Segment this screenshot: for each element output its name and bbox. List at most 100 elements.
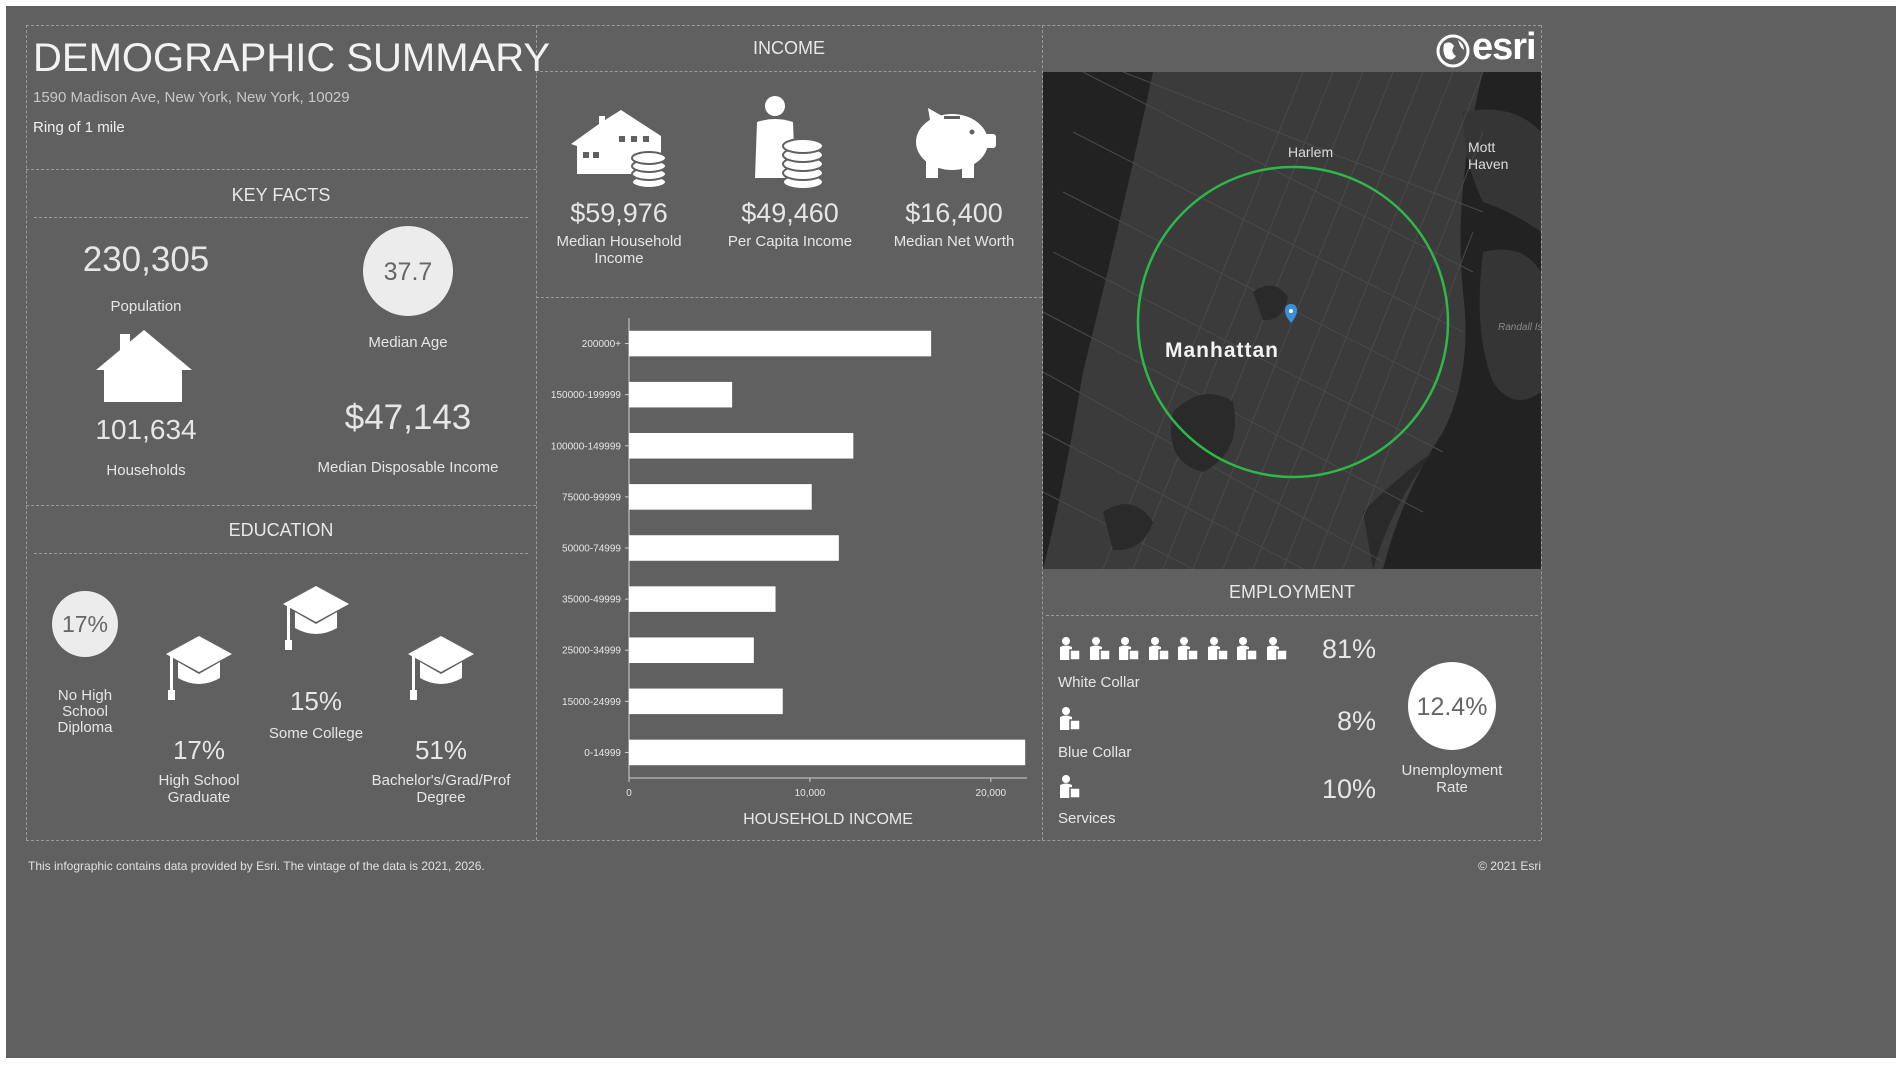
page-title: DEMOGRAPHIC SUMMARY xyxy=(33,36,551,80)
bachelors-label: Bachelor's/Grad/Prof Degree xyxy=(371,772,511,806)
x-tick-label: 0 xyxy=(626,788,632,799)
net-worth-value: $16,400 xyxy=(905,198,1003,228)
bar-25000-34999 xyxy=(629,637,754,663)
globe-icon xyxy=(1436,34,1470,68)
bar-50000-74999 xyxy=(629,535,839,561)
per-capita-income-value: $49,460 xyxy=(741,198,839,228)
y-tick-label: 200000+ xyxy=(582,339,621,350)
services-value: 10% xyxy=(1321,774,1376,804)
household-income-chart: 200000+ 150000-199999 100000-149999 75000-9… xyxy=(551,318,1027,828)
unemployment-label: Unemployment Rate xyxy=(1401,762,1503,796)
services-icons xyxy=(1058,774,1098,804)
top-border xyxy=(26,25,1541,26)
y-tick-label: 100000-149999 xyxy=(551,441,622,452)
y-tick-label: 75000-99999 xyxy=(562,492,621,503)
y-tick-label: 35000-49999 xyxy=(562,595,621,606)
graduation-cap-icon xyxy=(283,586,349,650)
bar-100000-149999 xyxy=(629,433,854,459)
bar-35000-49999 xyxy=(629,586,776,612)
infographic-frame: DEMOGRAPHIC SUMMARY 1590 Madison Ave, Ne… xyxy=(6,6,1896,1058)
no-hs-label: No High School Diploma xyxy=(57,687,113,736)
x-tick-label: 10,000 xyxy=(795,788,826,799)
bar-150000-199999 xyxy=(629,381,733,408)
worker-icon xyxy=(1235,636,1259,667)
median-hh-income-value: $59,976 xyxy=(570,198,668,228)
person-with-coins-icon xyxy=(755,96,824,190)
x-tick-label: 20,000 xyxy=(976,788,1007,799)
esri-logo-text: esri xyxy=(1472,26,1537,68)
net-worth-label: Median Net Worth xyxy=(893,233,1015,250)
divider-education-title xyxy=(34,553,528,554)
some-college-label: Some College xyxy=(268,725,364,742)
right-border xyxy=(1541,25,1542,840)
map-label-randalls: Randall Isl xyxy=(1498,322,1541,333)
some-college-value: 15% xyxy=(289,686,343,716)
worker-icon xyxy=(1088,636,1112,667)
house-icon xyxy=(96,330,192,402)
worker-icon xyxy=(1058,774,1082,805)
map-label-harlem: Harlem xyxy=(1288,144,1333,160)
median-age-value: 37.7 xyxy=(383,258,433,286)
income-title: INCOME xyxy=(753,38,825,58)
worker-icon xyxy=(1265,636,1289,667)
median-hh-income-label: Median Household Income xyxy=(556,233,682,267)
y-tick-label: 15000-24999 xyxy=(562,697,621,708)
y-tick-label: 0-14999 xyxy=(584,748,621,759)
worker-icon xyxy=(1117,636,1141,667)
households-value: 101,634 xyxy=(95,414,197,445)
worker-icon xyxy=(1206,636,1230,667)
bar-15000-24999 xyxy=(629,688,783,715)
no-hs-value: 17% xyxy=(61,611,109,637)
map-label-manhattan: Manhattan xyxy=(1165,339,1279,362)
x-axis-label: HOUSEHOLD INCOME xyxy=(743,811,913,828)
divider-keyfacts-title xyxy=(34,217,528,218)
piggy-bank-icon xyxy=(916,108,996,178)
divider-income-chart xyxy=(536,297,1042,298)
left-border xyxy=(26,25,27,840)
blue-collar-icons xyxy=(1058,706,1098,736)
per-capita-income-label: Per Capita Income xyxy=(727,233,853,250)
worker-icon xyxy=(1058,636,1082,667)
employment-title: EMPLOYMENT xyxy=(1228,582,1356,602)
blue-collar-value: 8% xyxy=(1336,706,1376,736)
ring-text: Ring of 1 mile xyxy=(33,119,125,136)
white-collar-value: 81% xyxy=(1321,634,1376,664)
white-collar-label: White Collar xyxy=(1058,674,1140,691)
disposable-income-label: Median Disposable Income xyxy=(317,459,499,476)
y-tick-label: 150000-199999 xyxy=(551,390,622,401)
bachelors-value: 51% xyxy=(414,735,468,765)
disposable-income-value: $47,143 xyxy=(344,398,472,437)
graduation-cap-icon xyxy=(166,636,232,700)
graduation-cap-icon xyxy=(408,636,474,700)
address-text: 1590 Madison Ave, New York, New York, 10… xyxy=(33,89,350,106)
divider-employment-title xyxy=(1046,615,1538,616)
bottom-border xyxy=(26,840,1541,841)
house-with-coins-icon xyxy=(571,110,667,189)
divider-education-top xyxy=(26,505,536,506)
bar-75000-99999 xyxy=(629,484,812,510)
key-facts-title: KEY FACTS xyxy=(231,185,331,205)
white-collar-icons xyxy=(1058,636,1308,666)
y-tick-label: 25000-34999 xyxy=(562,646,621,657)
map-panel[interactable]: Harlem Mott Haven Manhattan Randall Isl xyxy=(1043,72,1541,569)
households-label: Households xyxy=(106,462,186,479)
hs-value: 17% xyxy=(172,735,226,765)
unemployment-value: 12.4% xyxy=(1416,693,1488,721)
population-label: Population xyxy=(110,298,182,315)
bar-0-14999 xyxy=(629,739,1026,766)
hs-label: High School Graduate xyxy=(158,772,240,806)
services-label: Services xyxy=(1058,810,1116,827)
footer-note: This infographic contains data provided … xyxy=(28,859,485,873)
y-tick-label: 50000-74999 xyxy=(562,544,621,555)
population-value: 230,305 xyxy=(82,240,210,279)
worker-icon xyxy=(1058,706,1082,737)
divider-income-title xyxy=(540,71,1036,72)
footer-copyright: © 2021 Esri xyxy=(1478,859,1541,873)
worker-icon xyxy=(1176,636,1200,667)
median-age-label: Median Age xyxy=(368,334,448,351)
worker-icon xyxy=(1147,636,1171,667)
blue-collar-label: Blue Collar xyxy=(1058,744,1132,761)
bar-200000+ xyxy=(629,330,932,357)
divider-keyfacts-top xyxy=(26,169,536,170)
education-title: EDUCATION xyxy=(228,520,334,540)
